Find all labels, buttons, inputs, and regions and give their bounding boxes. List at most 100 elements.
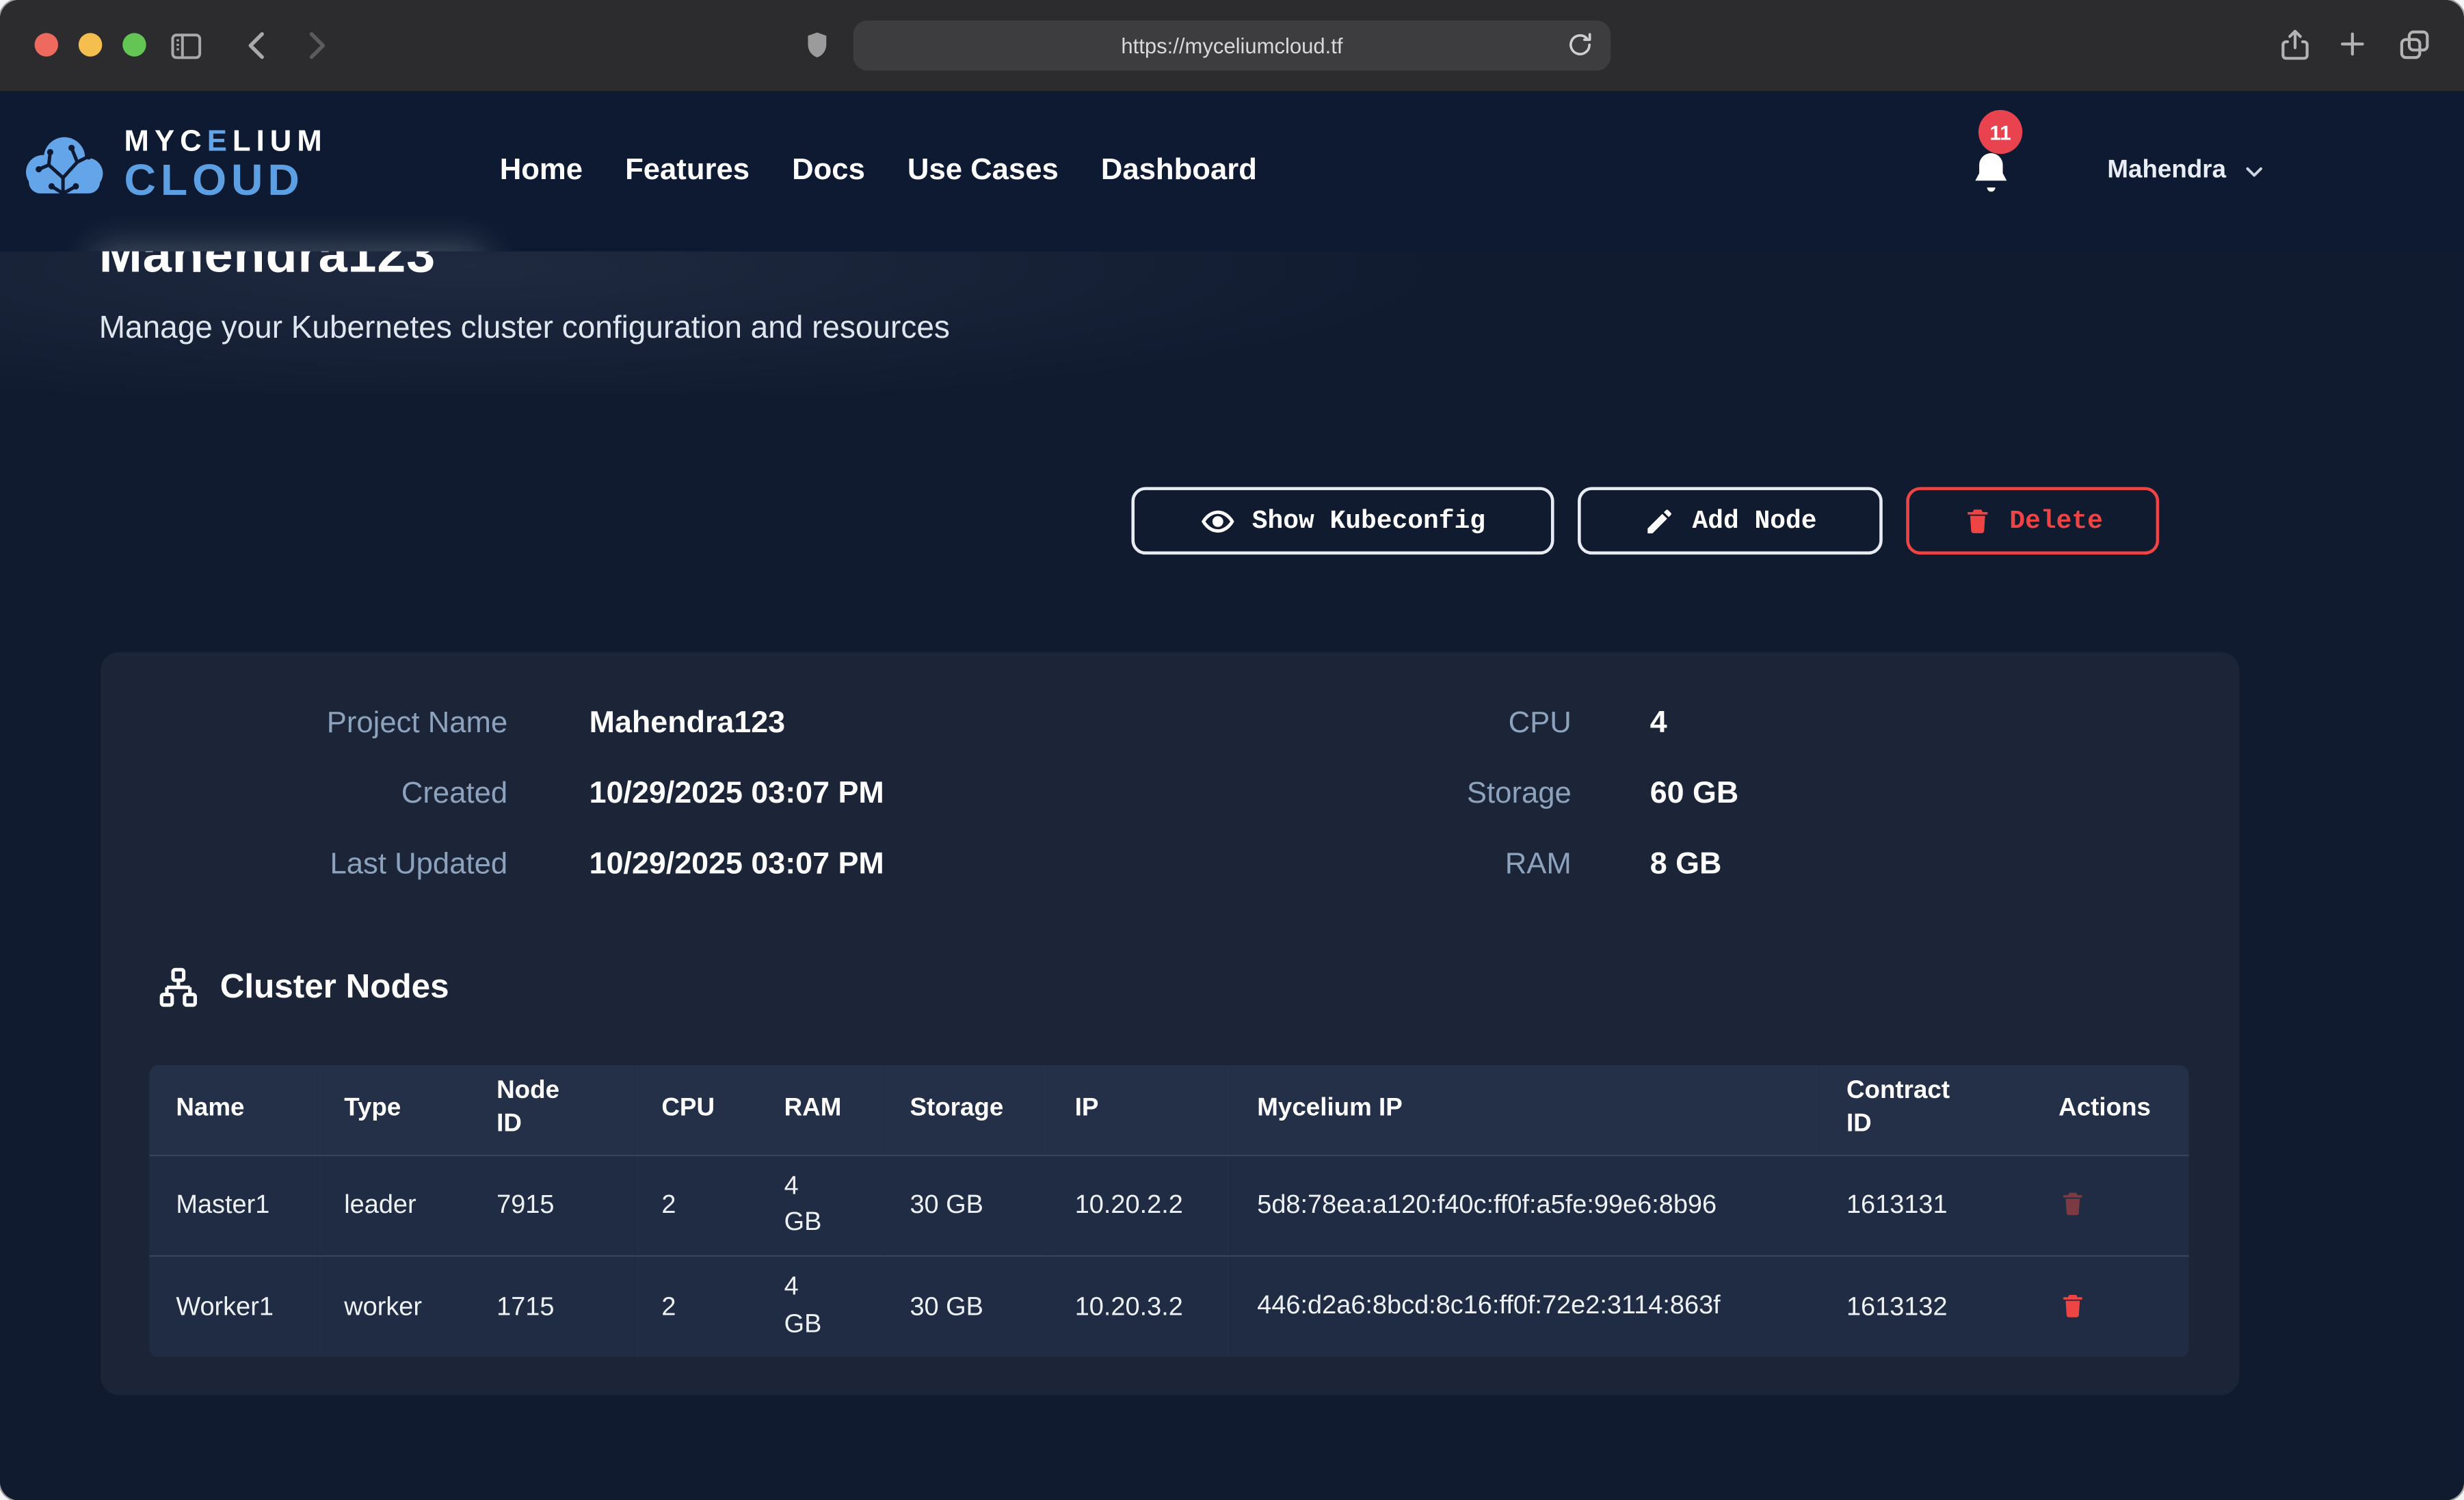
- page-subtitle: Manage your Kubernetes cluster configura…: [99, 311, 950, 347]
- info-value: 10/29/2025 03:07 PM: [589, 776, 1061, 812]
- browser-chrome: https://myceliumcloud.tf: [0, 0, 2464, 91]
- info-value: 60 GB: [1650, 776, 1996, 812]
- show-kubeconfig-label: Show Kubeconfig: [1252, 506, 1485, 536]
- cell-ip: 10.20.2.2: [1048, 1155, 1231, 1257]
- nav-dashboard[interactable]: Dashboard: [1101, 154, 1257, 189]
- nav-home[interactable]: Home: [500, 154, 583, 189]
- sidebar-toggle-icon[interactable]: [168, 28, 204, 64]
- info-label: CPU: [1383, 706, 1572, 741]
- cell-mycelium-ip: 5d8:78ea:a120:f40c:ff0f:a5fe:99e6:8b96: [1230, 1155, 1820, 1257]
- info-label: Created: [189, 777, 507, 812]
- info-label: RAM: [1383, 848, 1572, 883]
- col-node-id: Node ID: [470, 1065, 635, 1155]
- tab-overview-icon[interactable]: [2396, 27, 2433, 63]
- col-contract-id: Contract ID: [1820, 1065, 2032, 1155]
- mycelium-cloud-logo-icon: [19, 126, 110, 204]
- reload-icon[interactable]: [1565, 30, 1595, 68]
- eye-icon: [1200, 503, 1235, 538]
- cell-storage: 30 GB: [883, 1257, 1048, 1358]
- cell-type: worker: [317, 1257, 470, 1358]
- col-cpu: CPU: [635, 1065, 757, 1155]
- col-name: Name: [149, 1065, 317, 1155]
- browser-window: https://myceliumcloud.tf Mahendra123: [0, 0, 2464, 1500]
- logo-wordmark: MYCELIUM CLOUD: [124, 127, 328, 202]
- user-name: Mahendra: [2107, 157, 2226, 185]
- forward-icon[interactable]: [299, 28, 334, 63]
- cell-actions: [2032, 1155, 2189, 1257]
- col-ip: IP: [1048, 1065, 1231, 1155]
- url-text: https://myceliumcloud.tf: [1121, 34, 1342, 57]
- info-label: Storage: [1383, 777, 1572, 812]
- cell-ip: 10.20.3.2: [1048, 1257, 1231, 1358]
- trash-icon: [2058, 1188, 2087, 1219]
- address-bar[interactable]: https://myceliumcloud.tf: [853, 21, 1611, 71]
- cell-node-id: 1715: [470, 1257, 635, 1358]
- delete-cluster-button[interactable]: Delete: [1906, 487, 2159, 554]
- traffic-lights: [35, 33, 146, 56]
- cell-mycelium-ip: 446:d2a6:8bcd:8c16:ff0f:72e2:3114:863f: [1230, 1257, 1820, 1358]
- cell-actions: [2032, 1257, 2189, 1358]
- network-icon: [157, 966, 200, 1008]
- main-nav: Home Features Docs Use Cases Dashboard: [500, 91, 1257, 251]
- cell-cpu: 2: [635, 1257, 757, 1358]
- cell-contract-id: 1613132: [1820, 1257, 2032, 1358]
- cell-cpu: 2: [635, 1155, 757, 1257]
- cluster-info-left: Project Name Mahendra123 Created 10/29/2…: [189, 688, 1061, 900]
- cell-ram: 4 GB: [758, 1257, 884, 1358]
- pencil-icon: [1643, 505, 1675, 537]
- cell-name: Worker1: [149, 1257, 317, 1358]
- minimize-window-button[interactable]: [79, 33, 102, 56]
- info-value: 10/29/2025 03:07 PM: [589, 847, 1061, 883]
- col-storage: Storage: [883, 1065, 1048, 1155]
- cluster-info-right: CPU 4 Storage 60 GB RAM 8 GB: [1383, 688, 1996, 900]
- nav-docs[interactable]: Docs: [792, 154, 865, 189]
- cell-ram: 4 GB: [758, 1155, 884, 1257]
- site-header: MYCELIUM CLOUD Home Features Docs Use Ca…: [0, 91, 2464, 251]
- close-window-button[interactable]: [35, 33, 58, 56]
- cell-storage: 30 GB: [883, 1155, 1048, 1257]
- info-value: Mahendra123: [589, 706, 1061, 742]
- cluster-nodes-title: Cluster Nodes: [220, 967, 449, 1006]
- table-row: Master1 leader 7915 2 4 GB 30 GB 10.20.2…: [149, 1155, 2189, 1257]
- cluster-actions: Show Kubeconfig Add Node Delete: [101, 487, 2159, 554]
- trash-icon: [1962, 505, 1992, 537]
- delete-node-button[interactable]: [2058, 1289, 2087, 1326]
- info-label: Project Name: [189, 706, 507, 741]
- back-icon[interactable]: [241, 28, 276, 63]
- nav-use-cases[interactable]: Use Cases: [908, 154, 1059, 189]
- info-label: Last Updated: [189, 848, 507, 883]
- info-value: 8 GB: [1650, 847, 1996, 883]
- notification-bell-icon[interactable]: [1968, 148, 2015, 206]
- header-blur-smudge: [91, 245, 487, 251]
- col-actions: Actions: [2032, 1065, 2189, 1155]
- cell-node-id: 7915: [470, 1155, 635, 1257]
- zoom-window-button[interactable]: [122, 33, 146, 56]
- new-tab-icon[interactable]: [2335, 27, 2370, 62]
- logo[interactable]: MYCELIUM CLOUD: [19, 126, 328, 204]
- table-row: Worker1 worker 1715 2 4 GB 30 GB 10.20.3…: [149, 1257, 2189, 1358]
- cell-type: leader: [317, 1155, 470, 1257]
- page-content: Mahendra123: [0, 91, 2464, 1500]
- notification-count-badge: 11: [1978, 110, 2022, 154]
- cluster-info-card: Project Name Mahendra123 Created 10/29/2…: [101, 652, 2239, 1395]
- stage: https://myceliumcloud.tf Mahendra123: [0, 0, 2464, 1500]
- trash-icon: [2058, 1289, 2087, 1321]
- col-type: Type: [317, 1065, 470, 1155]
- nodes-table: Name Type Node ID CPU RAM Storage IP Myc…: [149, 1065, 2189, 1358]
- cell-name: Master1: [149, 1155, 317, 1257]
- delete-label: Delete: [2009, 506, 2103, 536]
- info-value: 4: [1650, 706, 1996, 742]
- share-icon[interactable]: [2277, 25, 2314, 64]
- privacy-shield-icon[interactable]: [802, 27, 833, 64]
- cell-contract-id: 1613131: [1820, 1155, 2032, 1257]
- nav-features[interactable]: Features: [625, 154, 750, 189]
- col-ram: RAM: [758, 1065, 884, 1155]
- add-node-button[interactable]: Add Node: [1578, 487, 1883, 554]
- chevron-down-icon: [2240, 158, 2267, 185]
- add-node-label: Add Node: [1693, 506, 1817, 536]
- col-mycelium-ip: Mycelium IP: [1230, 1065, 1820, 1155]
- show-kubeconfig-button[interactable]: Show Kubeconfig: [1131, 487, 1554, 554]
- table-header-row: Name Type Node ID CPU RAM Storage IP Myc…: [149, 1065, 2189, 1155]
- delete-node-button[interactable]: [2058, 1188, 2087, 1224]
- user-menu[interactable]: Mahendra: [2107, 91, 2266, 251]
